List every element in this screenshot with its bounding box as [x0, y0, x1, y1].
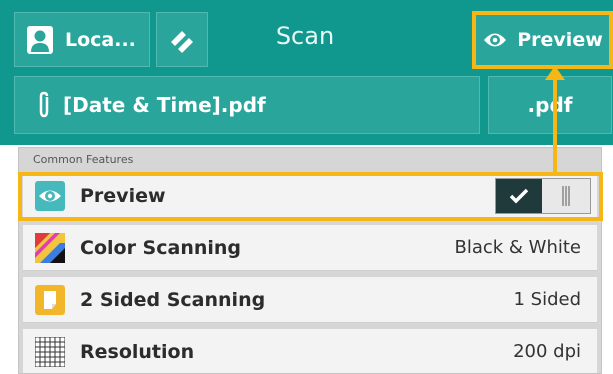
- file-name-label: [Date & Time].pdf: [63, 93, 266, 117]
- common-features-panel: Common Features Preview Color Scanning B…: [18, 147, 602, 374]
- feature-label: 2 Sided Scanning: [80, 288, 266, 311]
- feature-label: Resolution: [80, 340, 195, 363]
- section-title: Common Features: [33, 153, 134, 166]
- user-icon: [27, 25, 53, 54]
- highlight-arrow-icon: [545, 66, 565, 80]
- toggle-off-segment[interactable]: [542, 179, 590, 213]
- feature-row-color-scanning[interactable]: Color Scanning Black & White: [23, 225, 597, 271]
- toggle-on-segment[interactable]: [496, 179, 542, 213]
- grid-icon: [35, 336, 65, 367]
- eye-icon: [35, 180, 65, 211]
- location-button[interactable]: Loca...: [14, 12, 150, 67]
- checkmark-icon: [509, 188, 529, 204]
- location-label: Loca...: [65, 28, 136, 51]
- feature-label: Color Scanning: [80, 236, 242, 259]
- preview-button-label: Preview: [517, 28, 603, 51]
- file-name-button[interactable]: [Date & Time].pdf: [14, 76, 480, 134]
- highlight-connector-line: [553, 80, 557, 174]
- file-format-label: .pdf: [527, 93, 573, 117]
- eye-icon: [484, 33, 507, 46]
- swap-button[interactable]: [156, 12, 208, 67]
- page-icon: [35, 284, 65, 315]
- feature-value: Black & White: [454, 237, 581, 258]
- color-scanning-icon: [35, 232, 65, 263]
- paperclip-icon: [39, 91, 49, 118]
- feature-row-resolution[interactable]: Resolution 200 dpi: [23, 329, 597, 373]
- feature-row-2-sided-scanning[interactable]: 2 Sided Scanning 1 Sided: [23, 277, 597, 323]
- preview-toggle[interactable]: [495, 178, 591, 214]
- preview-button[interactable]: Preview: [474, 12, 612, 67]
- page-title: Scan: [275, 22, 335, 50]
- feature-value: 1 Sided: [513, 289, 581, 310]
- feature-value: 200 dpi: [513, 341, 581, 362]
- feature-label: Preview: [80, 184, 166, 207]
- file-format-button[interactable]: .pdf: [488, 76, 612, 134]
- pencil-icon: [171, 30, 193, 53]
- toggle-off-icon: [562, 186, 570, 206]
- feature-row-preview[interactable]: Preview: [23, 173, 597, 219]
